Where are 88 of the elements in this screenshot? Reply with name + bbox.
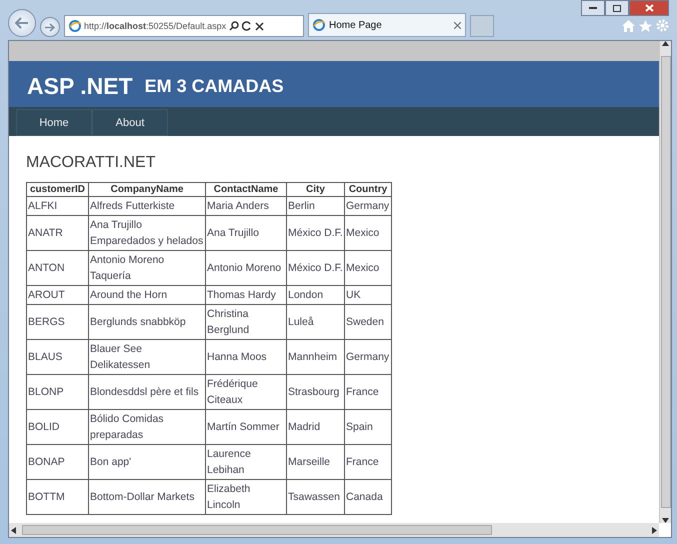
minimize-icon (589, 6, 597, 10)
table-cell: Germany (344, 340, 392, 374)
scroll-left-icon (11, 526, 16, 534)
new-tab-button[interactable] (470, 15, 494, 37)
table-cell: Antonio Moreno (206, 250, 286, 286)
table-cell: Ana Trujillo (206, 216, 286, 250)
table-cell: ALFKI (26, 196, 88, 216)
maximize-icon (613, 4, 621, 12)
table-cell: Madrid (286, 410, 344, 444)
table-cell: BLONP (26, 374, 88, 410)
table-cell: ANTON (26, 250, 88, 286)
table-cell: Luleå (286, 304, 344, 340)
close-tab-icon (454, 22, 461, 28)
table-cell: Bólido Comidas preparadas (88, 410, 206, 444)
column-header: Country (344, 182, 392, 196)
table-cell: Blauer See Delikatessen (88, 340, 206, 374)
close-icon (644, 4, 654, 12)
address-field[interactable]: http://localhost:50255/Default.aspx (64, 15, 304, 37)
forward-arrow-icon (45, 22, 55, 32)
table-cell: Berlin (286, 196, 344, 216)
close-button[interactable] (629, 0, 669, 16)
table-cell: Hanna Moos (206, 340, 286, 374)
table-cell: AROUT (26, 286, 88, 304)
browser-icon (313, 19, 325, 31)
table-cell: Antonio Moreno Taquería (88, 250, 206, 286)
table-cell: UK (344, 286, 392, 304)
scroll-right-icon (652, 526, 657, 534)
minimize-button[interactable] (581, 0, 605, 16)
table-cell: México D.F. (286, 216, 344, 250)
search-icon (229, 21, 240, 31)
table-cell: Alfreds Futterkiste (88, 196, 206, 216)
browser-icon (69, 20, 81, 32)
table-cell: México D.F. (286, 250, 344, 286)
settings-icon[interactable] (656, 19, 669, 32)
column-header: CompanyName (88, 182, 206, 196)
table-cell: Mannheim (286, 340, 344, 374)
table-cell: Berglunds snabbköp (88, 304, 206, 340)
vertical-scrollbar[interactable] (659, 41, 671, 523)
browser-tab[interactable]: Home Page (308, 13, 466, 37)
table-cell: Around the Horn (88, 286, 206, 304)
page-heading: MACORATTI.NET (26, 154, 156, 172)
table-cell: Blondesddsl père et fils (88, 374, 206, 410)
table-cell: Germany (344, 196, 392, 216)
table-cell: BONAP (26, 444, 88, 480)
table-cell: Sweden (344, 304, 392, 340)
table-cell: Ana Trujillo Emparedados y helados (88, 216, 206, 250)
star-icon[interactable] (639, 20, 652, 32)
table-cell: ANATR (26, 216, 88, 250)
table-cell: London (286, 286, 344, 304)
table-cell: Canada (344, 480, 392, 514)
site-subtitle: EM 3 CAMADAS (144, 76, 284, 96)
table-cell: France (344, 374, 392, 410)
back-button[interactable] (8, 9, 36, 37)
table-cell: Bottom-Dollar Markets (88, 480, 206, 514)
table-cell: Spain (344, 410, 392, 444)
table-cell: France (344, 444, 392, 480)
table-cell: Elizabeth Lincoln (206, 480, 286, 514)
scroll-down-icon (662, 518, 669, 523)
table-cell: Tsawassen (286, 480, 344, 514)
maximize-button[interactable] (605, 0, 629, 16)
nav-link[interactable]: Home (16, 109, 92, 136)
table-cell: Christina Berglund (206, 304, 286, 340)
refresh-icon (242, 21, 252, 31)
home-icon[interactable] (622, 20, 635, 32)
table-cell: Thomas Hardy (206, 286, 286, 304)
table-cell: Mexico (344, 216, 392, 250)
table-cell: BOLID (26, 410, 88, 444)
table-cell: Laurence Lebihan (206, 444, 286, 480)
table-cell: Bon app' (88, 444, 206, 480)
close-icon (255, 22, 264, 30)
column-header: ContactName (206, 182, 286, 196)
column-header: customerID (26, 182, 88, 196)
table-cell: Strasbourg (286, 374, 344, 410)
column-header: City (286, 182, 344, 196)
table-cell: Marseille (286, 444, 344, 480)
table-cell: Mexico (344, 250, 392, 286)
horizontal-scrollbar[interactable] (9, 523, 659, 537)
site-title: ASP .NET (27, 72, 133, 100)
table-cell: BLAUS (26, 340, 88, 374)
back-arrow-icon (15, 17, 29, 29)
table-cell: BOTTM (26, 480, 88, 514)
nav-link[interactable]: About (92, 109, 168, 136)
table-cell: Frédérique Citeaux (206, 374, 286, 410)
scroll-up-icon (662, 41, 669, 46)
forward-button[interactable] (40, 17, 60, 37)
table-cell: Martín Sommer (206, 410, 286, 444)
table-cell: Maria Anders (206, 196, 286, 216)
table-cell: BERGS (26, 304, 88, 340)
